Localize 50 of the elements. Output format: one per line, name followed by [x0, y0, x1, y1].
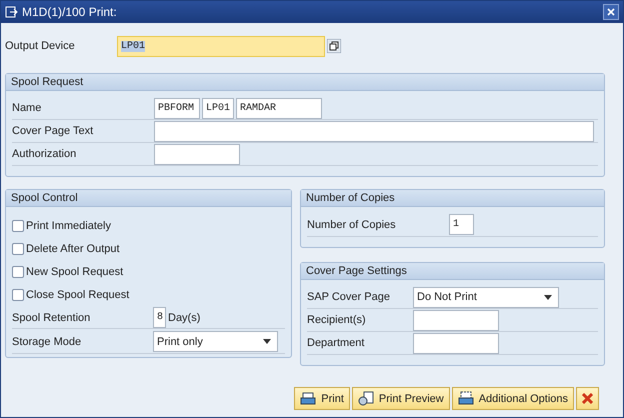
field-label: Number of Copies	[307, 218, 397, 230]
close-icon	[607, 8, 615, 16]
field-label: Cover Page Text	[12, 125, 94, 137]
checkbox[interactable]	[12, 289, 24, 301]
input-field[interactable]: LP01	[202, 98, 234, 118]
input-field[interactable]	[154, 120, 594, 142]
dropdown[interactable]: Print only	[153, 331, 278, 352]
toolbar-button[interactable]: Print	[294, 387, 350, 410]
checkbox-label: Print Immediately	[26, 220, 112, 232]
input-field[interactable]	[413, 332, 499, 354]
checkbox[interactable]	[12, 220, 24, 232]
unit-label: Day(s)	[168, 312, 202, 324]
field-label: SAP Cover Page	[307, 291, 391, 303]
input-field[interactable]: 1	[449, 214, 474, 235]
close-button[interactable]	[603, 4, 619, 20]
copy-icon[interactable]	[327, 39, 341, 53]
toolbar-button[interactable]: Print Preview	[352, 387, 450, 410]
printer-icon	[300, 392, 316, 406]
caret-icon	[263, 339, 271, 344]
printer-icon	[458, 391, 474, 406]
checkbox-label: Close Spool Request	[26, 289, 130, 301]
output-device-field[interactable]: LP01	[117, 36, 325, 56]
group-title: Cover Page Settings	[301, 263, 604, 280]
input-field[interactable]: RAMDAR	[236, 98, 322, 118]
toolbar-button[interactable]: Additional Options	[452, 387, 574, 410]
dialog-icon	[5, 6, 18, 18]
field-label: Recipient(s)	[307, 314, 367, 326]
group-title: Spool Control	[6, 190, 291, 207]
field-label: Spool Retention	[12, 312, 92, 324]
checkbox-label: Delete After Output	[26, 243, 121, 255]
field-label: Output Device	[5, 40, 76, 52]
group-title: Number of Copies	[301, 190, 604, 207]
checkbox[interactable]	[12, 266, 24, 278]
input-field[interactable]: PBFORM	[154, 98, 200, 118]
document-magnifier-icon	[358, 391, 374, 406]
input-field[interactable]	[154, 144, 240, 164]
dropdown[interactable]: Do Not Print	[413, 286, 559, 308]
caret-icon	[544, 294, 552, 300]
checkbox[interactable]	[12, 243, 24, 255]
checkbox-label: New Spool Request	[26, 266, 124, 278]
cancel-button[interactable]	[576, 387, 599, 410]
input-field[interactable]: 8	[153, 307, 166, 328]
group-title: Spool Request	[6, 74, 604, 91]
input-field[interactable]	[413, 310, 499, 330]
field-label: Authorization	[12, 148, 78, 160]
window-title: M1D(1)/100 Print:	[22, 5, 118, 19]
close-icon	[582, 393, 593, 404]
field-label: Department	[307, 337, 366, 349]
field-label: Name	[12, 102, 42, 114]
field-label: Storage Mode	[12, 336, 82, 348]
